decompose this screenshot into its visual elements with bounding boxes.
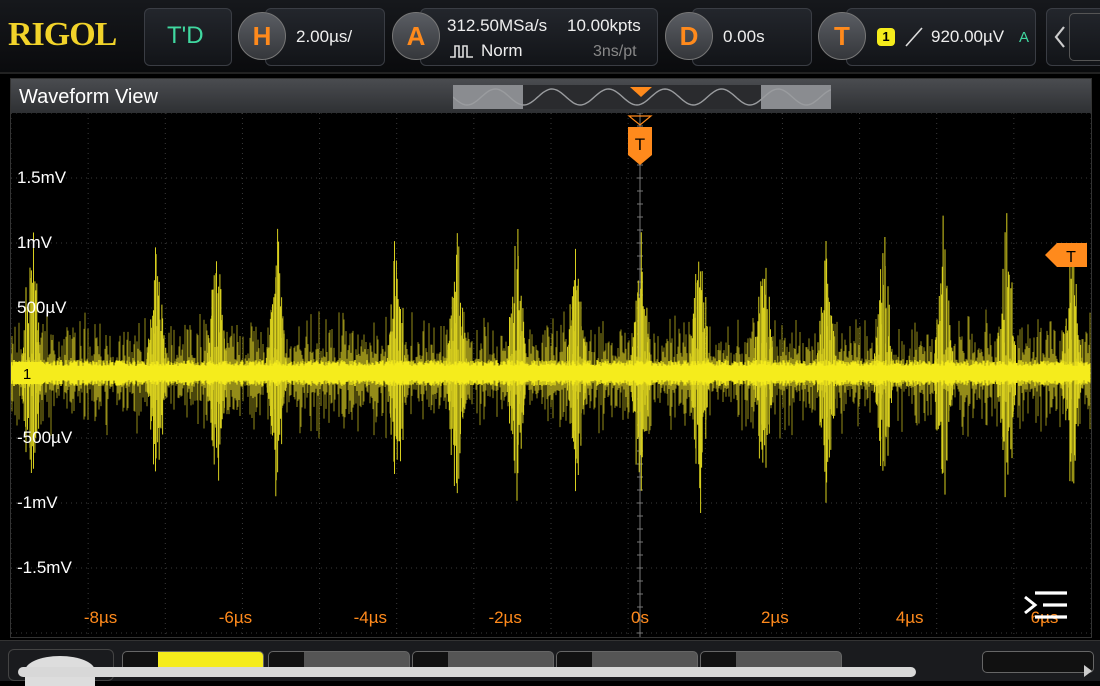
scroll-right-arrow[interactable]: [1084, 665, 1092, 677]
x-axis-label: 4µs: [896, 608, 924, 627]
nav-back-button[interactable]: [1046, 8, 1100, 66]
channel-marker-label: 1: [23, 366, 31, 383]
mode-button[interactable]: T'D: [144, 8, 232, 66]
bottom-bar: [0, 640, 1100, 686]
rigol-logo: RIGOL: [8, 16, 117, 53]
x-axis-label: 0s: [631, 608, 649, 627]
trigger-key-icon[interactable]: T: [818, 12, 866, 60]
x-axis-label: -8µs: [84, 608, 117, 627]
panel-title: Waveform View: [19, 86, 158, 108]
resolution: 3ns/pt: [593, 43, 637, 60]
y-axis-label: -1mV: [17, 493, 58, 512]
memory-overview-bar[interactable]: [453, 85, 831, 109]
horizontal-key-icon[interactable]: H: [238, 12, 286, 60]
top-toolbar: RIGOL T'D 2.00µs/ H 312.50MSa/s 10.00kpt…: [0, 0, 1100, 74]
level-marker-label: T: [1066, 249, 1076, 266]
panel-header: Waveform View: [11, 79, 1091, 113]
trigger-box[interactable]: 1 920.00µV A: [846, 8, 1036, 66]
waveform-view-panel: Waveform View 1.5mV 1mV 500µV -500µV -1mV -1.…: [10, 78, 1092, 638]
waveform-grid[interactable]: 1.5mV 1mV 500µV -500µV -1mV -1.5mV -8µs -6µs -4…: [11, 113, 1091, 637]
acquire-key-icon[interactable]: A: [392, 12, 440, 60]
y-axis-label: 500µV: [17, 298, 67, 317]
next-box-edge: [1069, 13, 1100, 61]
sample-rate: 312.50MSa/s: [447, 16, 548, 35]
y-axis-label: -1.5mV: [17, 558, 72, 577]
horizontal-scrollbar[interactable]: [18, 667, 916, 677]
x-axis-label: 2µs: [761, 608, 789, 627]
rising-edge-icon: [905, 27, 923, 47]
trigger-sweep: A: [1019, 29, 1030, 46]
trigger-level-marker[interactable]: T: [1045, 243, 1087, 267]
trigger-level: 920.00µV: [931, 27, 1005, 46]
trigger-source-badge: 1: [877, 28, 895, 46]
x-axis-label: -4µs: [354, 608, 387, 627]
delay-value: 0.00s: [723, 27, 765, 46]
memory-depth: 10.00kpts: [567, 16, 641, 35]
delay-key-icon[interactable]: D: [665, 12, 713, 60]
timebase-value: 2.00µs/: [296, 27, 353, 46]
chevron-left-icon: [1054, 26, 1065, 48]
acquire-pulse-icon: [450, 45, 473, 58]
acquire-mode: Norm: [481, 41, 523, 60]
mode-label: T'D: [167, 22, 204, 49]
x-axis-label: -6µs: [219, 608, 252, 627]
trigger-marker-label: T: [635, 135, 645, 154]
x-axis-label: -2µs: [488, 608, 521, 627]
extra-tab[interactable]: [982, 651, 1094, 673]
y-axis-label: 1mV: [17, 233, 53, 252]
acquire-box[interactable]: 312.50MSa/s 10.00kpts Norm 3ns/pt: [420, 8, 658, 66]
y-axis-label: -500µV: [17, 428, 73, 447]
y-axis-label: 1.5mV: [17, 168, 67, 187]
